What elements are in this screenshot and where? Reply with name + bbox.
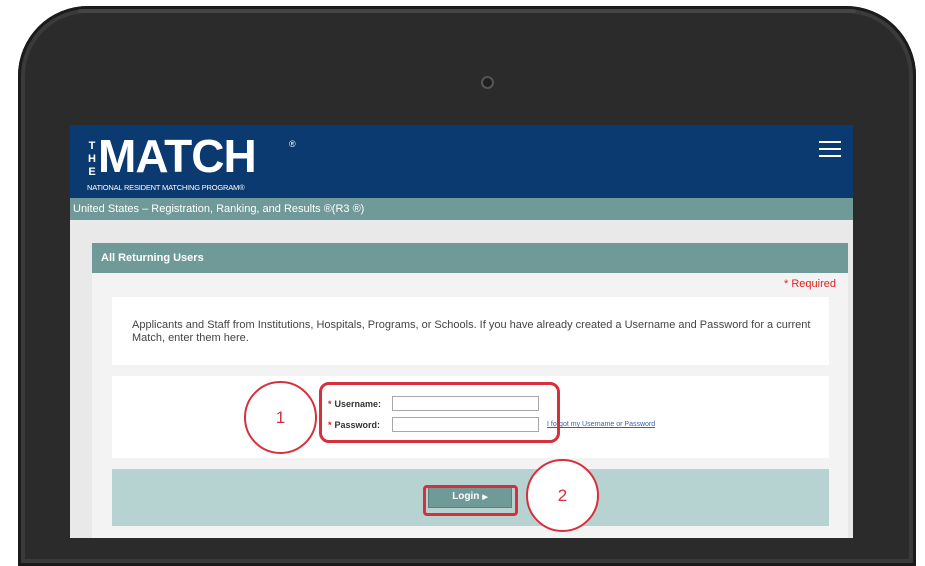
step-badge-1: 1	[244, 381, 317, 454]
screen: T H E MATCH ® NATIONAL RESIDENT MATCHING…	[70, 125, 853, 538]
camera-icon	[481, 76, 494, 89]
breadcrumb: United States – Registration, Ranking, a…	[70, 198, 853, 220]
logo-registered-mark: ®	[289, 139, 296, 149]
required-note: * Required	[784, 278, 836, 290]
highlight-login-box	[423, 485, 518, 516]
step-badge-2: 2	[526, 459, 599, 532]
tablet-bezel-highlight	[78, 9, 856, 13]
logo-subtitle: NATIONAL RESIDENT MATCHING PROGRAM®	[87, 183, 245, 192]
info-card: Applicants and Staff from Institutions, …	[112, 297, 829, 365]
info-text: Applicants and Staff from Institutions, …	[132, 319, 811, 344]
forgot-credentials-link[interactable]: I forgot my Username or Password	[547, 421, 655, 428]
site-header: T H E MATCH ® NATIONAL RESIDENT MATCHING…	[70, 125, 853, 198]
panel-title: All Returning Users	[92, 243, 848, 273]
logo-the-vertical: T H E	[88, 139, 96, 179]
highlight-credentials-box	[319, 382, 560, 443]
logo-wordmark: MATCH	[98, 130, 257, 182]
hamburger-menu-icon[interactable]	[819, 141, 841, 157]
